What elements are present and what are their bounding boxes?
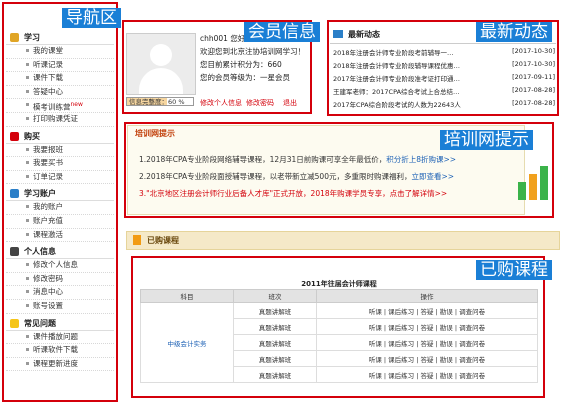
purchased-bar-title: 已购课程 xyxy=(147,236,179,245)
annotation-member: 会员信息 xyxy=(244,22,320,42)
annotation-news: 最新动态 xyxy=(476,22,552,42)
annotation-purchased: 已购课程 xyxy=(476,260,552,280)
folder-icon xyxy=(133,235,141,245)
annotation-training: 培训网提示 xyxy=(440,130,533,150)
nav-highlight xyxy=(2,2,118,402)
annotation-nav: 导航区 xyxy=(62,8,121,28)
purchased-bar: 已购课程 xyxy=(126,231,560,250)
